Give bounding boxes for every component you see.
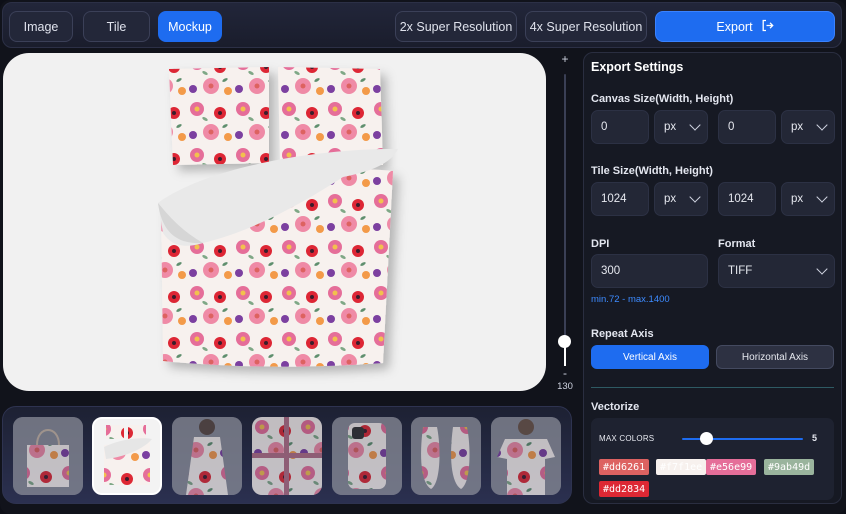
tile-height-value: 1024 [728,193,754,205]
max-colors-slider-handle[interactable] [700,432,714,445]
thumbnail-dress[interactable] [172,417,242,495]
tile-width-unit-select[interactable]: px [654,182,708,216]
zoom-out-icon[interactable]: - [560,366,570,380]
mockup-preview [3,53,546,391]
export-button[interactable]: Export [655,11,835,42]
color-chip: #9ab49d [764,459,815,475]
panel-title: Export Settings [591,60,684,74]
shoes-icon [411,417,481,495]
color-chip: #e56e99 [706,459,757,475]
gift-box-icon [252,417,322,495]
section-divider [591,387,834,388]
tab-tile[interactable]: Tile [83,11,150,42]
chevron-down-icon [689,191,701,203]
dpi-value: 300 [601,265,621,277]
t-shirt-icon [491,417,561,495]
app-window: Image Tile Mockup 2x Super Resolution 4x… [0,0,846,514]
zoom-value: 130 [557,381,573,392]
format-label: Format [718,238,756,250]
export-label: Export [716,19,753,34]
chevron-down-icon [816,263,828,275]
duvet-cover-icon [94,419,160,493]
thumbnail-tote-bag[interactable] [13,417,83,495]
chevron-down-icon [816,191,828,203]
canvas-height-input[interactable]: 0 [718,110,776,144]
tile-height-unit-select[interactable]: px [781,182,835,216]
dpi-input[interactable]: 300 [591,254,708,288]
color-chip: #dd6261 [599,459,650,475]
dress-icon [172,417,242,495]
canvas-width-value: 0 [601,121,608,133]
tab-image[interactable]: Image [9,11,73,42]
mockup-thumbnail-strip [2,406,572,504]
super-resolution-2x-button[interactable]: 2x Super Resolution [395,11,517,42]
dpi-label: DPI [591,238,610,250]
export-settings-panel: Export Settings Canvas Size(Width, Heigh… [583,52,842,504]
vertical-axis-button[interactable]: Vertical Axis [591,345,709,369]
canvas-height-value: 0 [728,121,735,133]
zoom-slider-handle[interactable] [558,335,571,348]
tab-mockup[interactable]: Mockup [158,11,222,42]
thumbnail-phone-case[interactable] [332,417,402,495]
dpi-range-hint: min.72 - max.1400 [591,294,670,305]
duvet-mockup-image [158,67,398,367]
top-toolbar: Image Tile Mockup 2x Super Resolution 4x… [2,2,842,48]
repeat-axis-label: Repeat Axis [591,328,654,340]
canvas-width-unit-value: px [664,121,677,133]
canvas-height-unit-value: px [791,121,804,133]
super-resolution-4x-button[interactable]: 4x Super Resolution [525,11,647,42]
tile-width-unit-value: px [664,193,677,205]
vectorize-label: Vectorize [591,401,640,413]
thumbnail-t-shirt[interactable] [491,417,561,495]
color-chip: #dd2834 [599,481,650,497]
tote-bag-icon [13,417,83,495]
canvas-width-input[interactable]: 0 [591,110,649,144]
canvas-size-label: Canvas Size(Width, Height) [591,93,734,105]
tile-width-value: 1024 [601,193,627,205]
horizontal-axis-button[interactable]: Horizontal Axis [716,345,834,369]
format-value: TIFF [728,265,753,277]
max-colors-label: MAX COLORS [599,434,655,443]
tile-height-unit-value: px [791,193,804,205]
max-colors-value: 5 [812,433,818,443]
thumbnail-shoes[interactable] [411,417,481,495]
thumbnail-duvet-cover[interactable] [92,417,162,495]
canvas-height-unit-select[interactable]: px [781,110,835,144]
zoom-in-icon[interactable]: + [560,52,570,66]
logout-arrow-icon [761,19,774,35]
tile-size-label: Tile Size(Width, Height) [591,165,713,177]
chevron-down-icon [816,119,828,131]
canvas-width-unit-select[interactable]: px [654,110,708,144]
tile-width-input[interactable]: 1024 [591,182,649,216]
vectorize-box: MAX COLORS 5 #dd6261 #f7f1ee #e56e99 #9a… [591,418,834,500]
tile-height-input[interactable]: 1024 [718,182,776,216]
zoom-slider-track[interactable] [564,74,566,366]
phone-case-icon [332,417,402,495]
format-select[interactable]: TIFF [718,254,835,288]
thumbnail-wrapping-paper[interactable] [252,417,322,495]
chevron-down-icon [689,119,701,131]
color-chip: #f7f1ee [656,459,707,475]
